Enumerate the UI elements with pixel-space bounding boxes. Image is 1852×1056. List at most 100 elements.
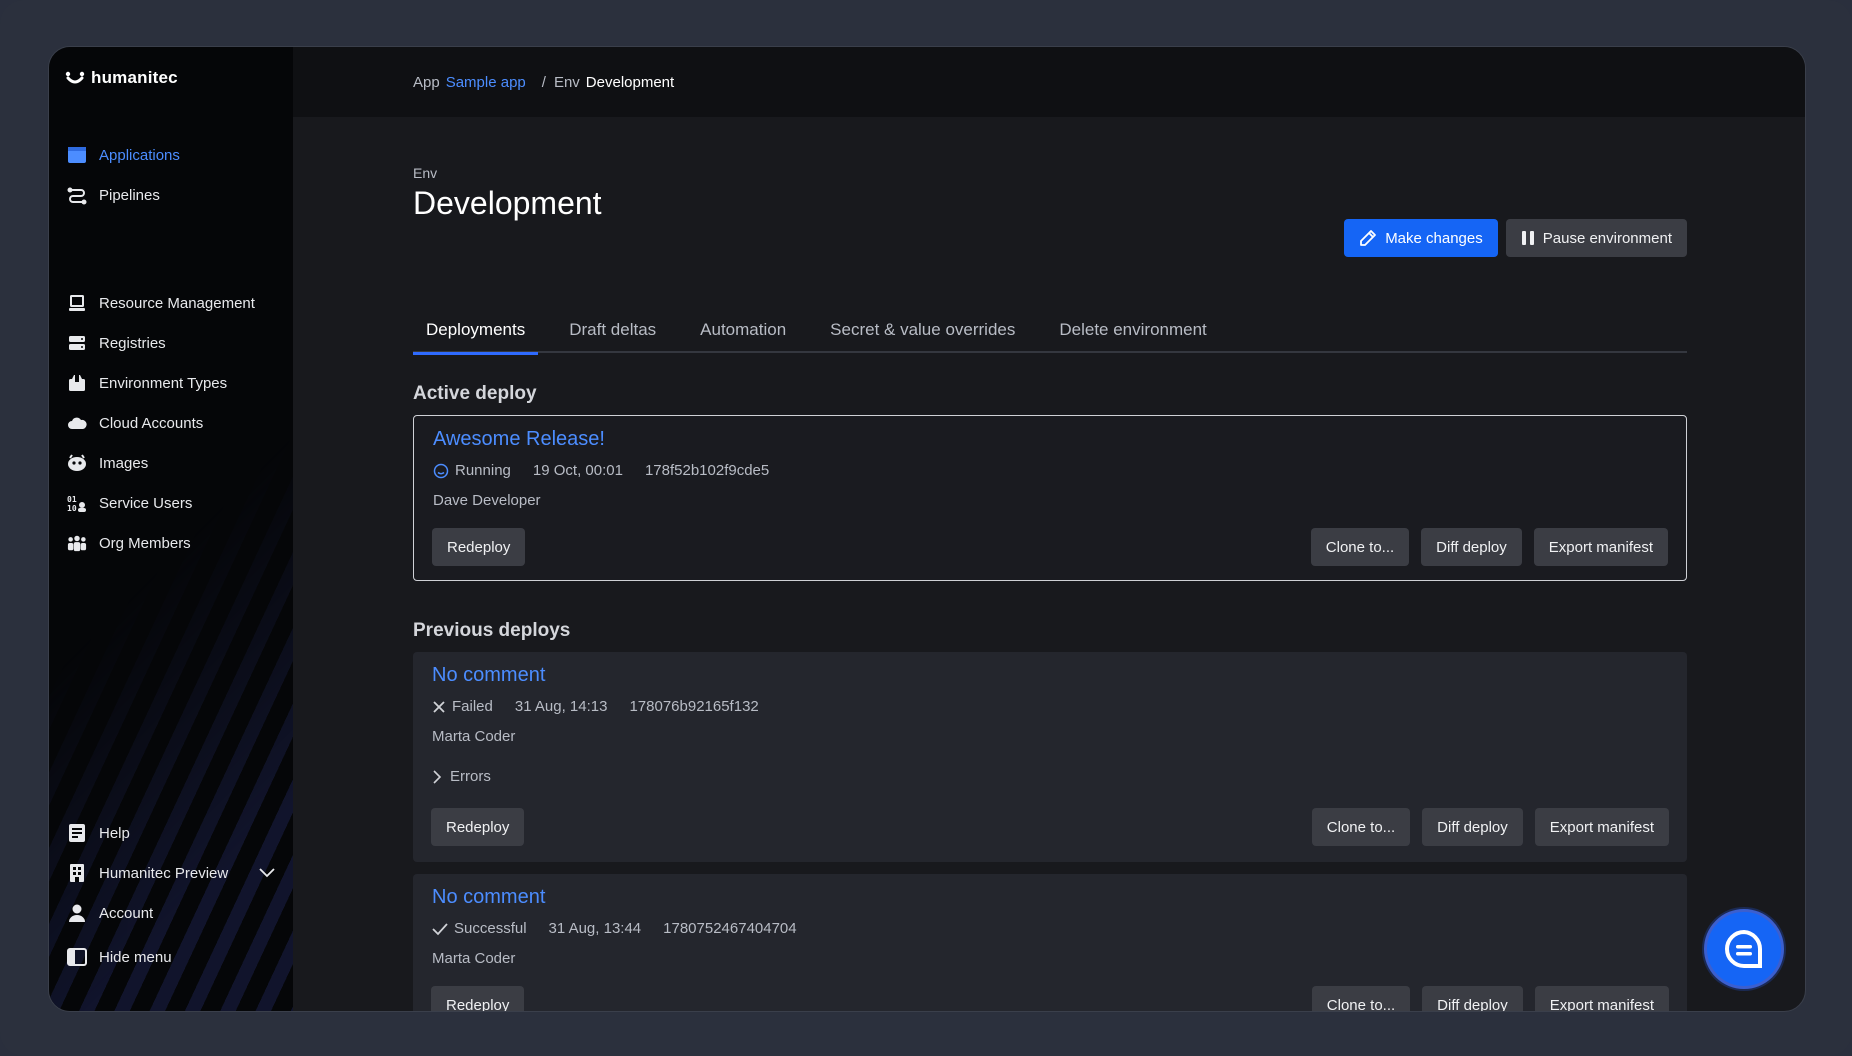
breadcrumb: App Sample app / Env Development [293,47,1805,117]
sidebar-primary-nav: Applications Pipelines [49,135,293,215]
export-manifest-button[interactable]: Export manifest [1534,808,1669,846]
clone-button[interactable]: Clone to... [1311,808,1411,846]
chevron-down-icon[interactable] [259,865,275,882]
humanitec-logo-icon [65,71,85,84]
deploy-time: 31 Aug, 14:13 [514,698,608,715]
tab-draft-deltas[interactable]: Draft deltas [556,307,669,353]
sidebar-item-label: Humanitec Preview [99,864,229,882]
page-title: Development [413,185,602,221]
main-content: Env Development Make changes Pause envir… [413,117,1687,1011]
registries-icon [67,333,87,353]
brand-logo[interactable]: humanitec [65,67,178,89]
pause-environment-button[interactable]: Pause environment [1505,219,1687,257]
sidebar-item-pipelines[interactable]: Pipelines [49,175,293,215]
breadcrumb-app-link[interactable]: Sample app [446,74,526,91]
deploy-id: 178f52b102f9cde5 [644,462,770,479]
errors-toggle[interactable]: Errors [432,768,491,785]
breadcrumb-app-label: App [413,73,440,91]
app-window: humanitec Applications Pipelines Resourc… [48,46,1806,1012]
org-members-icon [67,533,87,553]
sidebar-item-label: Help [99,824,130,842]
deploy-status: Running [455,462,511,479]
previous-deploys-heading: Previous deploys [413,620,571,641]
svg-text:01: 01 [67,495,77,504]
sidebar-item-label: Service Users [99,494,193,512]
redeploy-button[interactable]: Redeploy [432,528,526,566]
errors-label: Errors [450,768,491,785]
sidebar-item-label: Applications [99,146,180,164]
diff-deploy-button[interactable]: Diff deploy [1422,986,1523,1011]
deploy-actions: Clone to... Diff deploy Export manifest [1311,808,1669,846]
make-changes-label: Make changes [1385,229,1483,247]
deploy-actions: Clone to... Diff deploy Export manifest [1310,528,1668,566]
breadcrumb-env-current: Development [585,73,675,91]
sidebar-item-applications[interactable]: Applications [49,135,293,175]
deploy-title-link[interactable]: No comment [432,886,545,909]
sidebar-item-organization[interactable]: Humanitec Preview [49,853,293,893]
make-changes-button[interactable]: Make changes [1344,219,1498,257]
hide-menu-label: Hide menu [99,948,172,966]
deploy-meta: Failed 31 Aug, 14:13 178076b92165f132 [432,698,759,715]
deploy-time: 31 Aug, 13:44 [548,920,642,937]
tab-delete-environment[interactable]: Delete environment [1046,307,1219,353]
sidebar-item-account[interactable]: Account [49,893,293,933]
active-deploy-card: Awesome Release! Running 19 Oct, 00:01 1… [413,415,1687,581]
checkmark-icon [432,922,448,935]
sidebar-item-label: Account [99,904,154,922]
sidebar-item-resource-management[interactable]: Resource Management [49,283,293,323]
tab-automation[interactable]: Automation [687,307,799,353]
chevron-right-icon [433,769,442,784]
deploy-author: Marta Coder [432,728,516,745]
svg-text:10: 10 [67,504,77,512]
sidebar-toggle-icon [67,947,87,967]
sidebar-item-cloud-accounts[interactable]: Cloud Accounts [49,403,293,443]
active-deploy-heading: Active deploy [413,383,537,404]
sidebar-item-environment-types[interactable]: Environment Types [49,363,293,403]
deploy-title-link[interactable]: Awesome Release! [433,428,605,451]
tab-secret-value-overrides[interactable]: Secret & value overrides [817,307,1028,353]
deploy-id: 178076b92165f132 [629,698,759,715]
images-icon [67,453,87,473]
diff-deploy-button[interactable]: Diff deploy [1421,528,1522,566]
applications-icon [67,145,87,165]
export-manifest-button[interactable]: Export manifest [1534,986,1669,1011]
redeploy-button[interactable]: Redeploy [431,808,525,846]
sidebar-item-org-members[interactable]: Org Members [49,523,293,563]
environment-types-icon [67,373,87,393]
sidebar-secondary-nav: Resource Management Registries Environme… [49,283,293,563]
sidebar-item-label: Environment Types [99,374,228,392]
diff-deploy-button[interactable]: Diff deploy [1422,808,1523,846]
clone-button[interactable]: Clone to... [1310,528,1410,566]
resource-management-icon [67,293,87,313]
sidebar-item-images[interactable]: Images [49,443,293,483]
pencil-icon [1360,230,1377,246]
pause-icon [1521,231,1534,245]
sidebar-item-service-users[interactable]: 01 10 Service Users [49,483,293,523]
chat-support-button[interactable] [1704,909,1784,989]
hide-menu-button[interactable]: Hide menu [49,937,293,977]
clone-button[interactable]: Clone to... [1311,986,1411,1011]
sidebar-item-help[interactable]: Help [49,813,293,853]
deploy-status: Successful [454,920,527,937]
tab-deployments[interactable]: Deployments [413,307,539,355]
redeploy-button[interactable]: Redeploy [431,986,525,1011]
header-actions: Make changes Pause environment [1344,219,1687,257]
sidebar-item-label: Pipelines [99,186,160,204]
deploy-id: 1780752467404704 [663,920,797,937]
brand-name: humanitec [91,68,178,87]
help-icon [67,823,87,843]
deploy-meta: Successful 31 Aug, 13:44 178075246740470… [432,920,797,937]
sidebar-footer: Hide menu [49,937,293,977]
account-icon [67,903,87,923]
breadcrumb-env-label: Env [553,73,580,91]
organization-icon [67,863,87,883]
deploy-meta: Running 19 Oct, 00:01 178f52b102f9cde5 [433,462,769,479]
running-status-icon [433,463,449,478]
export-manifest-button[interactable]: Export manifest [1533,528,1668,566]
sidebar-bottom-nav: Help Humanitec Preview Account [49,813,293,933]
sidebar-item-label: Registries [99,334,166,352]
breadcrumb-separator: / [541,73,546,91]
deploy-title-link[interactable]: No comment [432,664,545,687]
sidebar-item-registries[interactable]: Registries [49,323,293,363]
deploy-author: Marta Coder [432,950,516,967]
